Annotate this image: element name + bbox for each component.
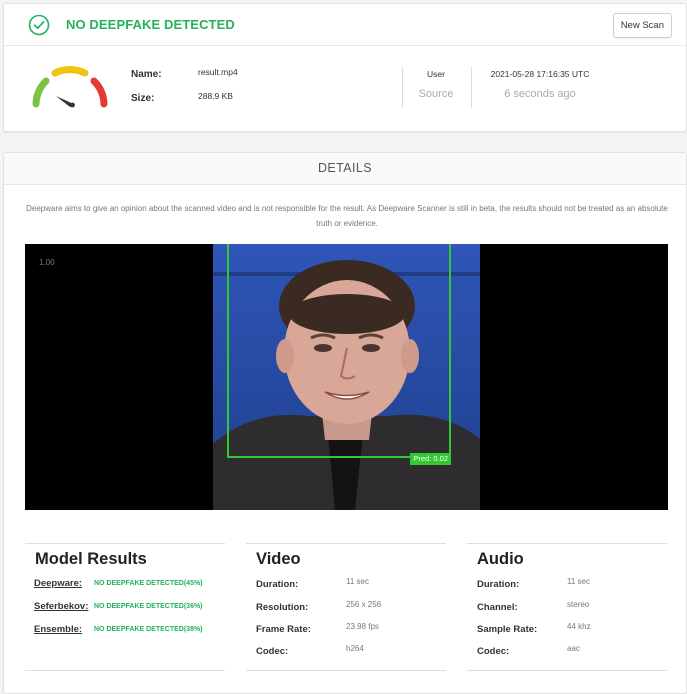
video-framerate-label: Frame Rate:: [256, 624, 311, 635]
gauge-icon: [32, 66, 108, 108]
file-name-value: result.mp4: [198, 67, 238, 77]
status-card: NO DEEPFAKE DETECTED New Scan Name: resu…: [3, 3, 687, 132]
source-user-label: User: [427, 69, 445, 79]
audio-info-panel: Audio Duration: 11 sec Channel: stereo S…: [467, 543, 667, 671]
new-scan-button[interactable]: New Scan: [612, 13, 672, 38]
source-label: Source: [418, 88, 454, 100]
video-info-panel: Video Duration: 11 sec Resolution: 256 x…: [246, 543, 446, 671]
divider: [471, 67, 472, 108]
video-duration-value: 11 sec: [346, 577, 369, 586]
disclaimer-text: Deepware aims to give an opinion about t…: [26, 204, 668, 228]
video-codec-value: h264: [346, 644, 364, 653]
file-name-label: Name:: [131, 69, 162, 80]
video-timestamp: 1.00: [39, 258, 55, 267]
audio-samplerate-label: Sample Rate:: [477, 624, 538, 635]
scan-timestamp: 2021-05-28 17:16:35 UTC: [490, 69, 590, 79]
details-card: DETAILS Deepware aims to give an opinion…: [3, 152, 687, 694]
model-seferbekov-link[interactable]: Seferbekov:: [34, 601, 88, 612]
check-circle-icon: [28, 14, 50, 36]
model-ensemble-result: NO DEEPFAKE DETECTED(38%): [94, 626, 203, 633]
video-codec-label: Codec:: [256, 646, 289, 657]
model-deepware-link[interactable]: Deepware:: [34, 578, 82, 589]
model-results-panel: Model Results Deepware: NO DEEPFAKE DETE…: [25, 543, 225, 671]
audio-channel-value: stereo: [567, 600, 590, 609]
audio-channel-label: Channel:: [477, 602, 518, 613]
details-title: DETAILS: [4, 153, 686, 185]
scan-relative-time: 6 seconds ago: [504, 88, 576, 100]
video-resolution-value: 256 x 256: [346, 600, 382, 609]
audio-samplerate-value: 44 khz: [567, 622, 591, 631]
video-framerate-value: 23.98 fps: [346, 622, 379, 631]
video-frame: Pred: 0.02: [213, 244, 480, 510]
video-player[interactable]: 1.00 Pred: 0.02: [25, 244, 668, 510]
audio-codec-value: aac: [567, 644, 580, 653]
divider: [402, 67, 403, 108]
model-results-title: Model Results: [35, 550, 147, 568]
video-duration-label: Duration:: [256, 579, 299, 590]
audio-info-title: Audio: [477, 550, 524, 568]
audio-duration-value: 11 sec: [567, 577, 590, 586]
model-ensemble-link[interactable]: Ensemble:: [34, 624, 82, 635]
file-size-value: 288.9 KB: [198, 91, 233, 101]
face-detection-box: Pred: 0.02: [227, 244, 451, 465]
file-size-label: Size:: [131, 93, 155, 104]
audio-duration-label: Duration:: [477, 579, 520, 590]
video-resolution-label: Resolution:: [256, 602, 309, 613]
model-seferbekov-result: NO DEEPFAKE DETECTED(36%): [94, 603, 203, 610]
model-deepware-result: NO DEEPFAKE DETECTED(45%): [94, 580, 203, 587]
status-header: NO DEEPFAKE DETECTED New Scan: [4, 4, 686, 46]
status-title: NO DEEPFAKE DETECTED: [66, 17, 235, 32]
prediction-label: Pred: 0.02: [410, 453, 451, 465]
audio-codec-label: Codec:: [477, 646, 510, 657]
video-info-title: Video: [256, 550, 301, 568]
